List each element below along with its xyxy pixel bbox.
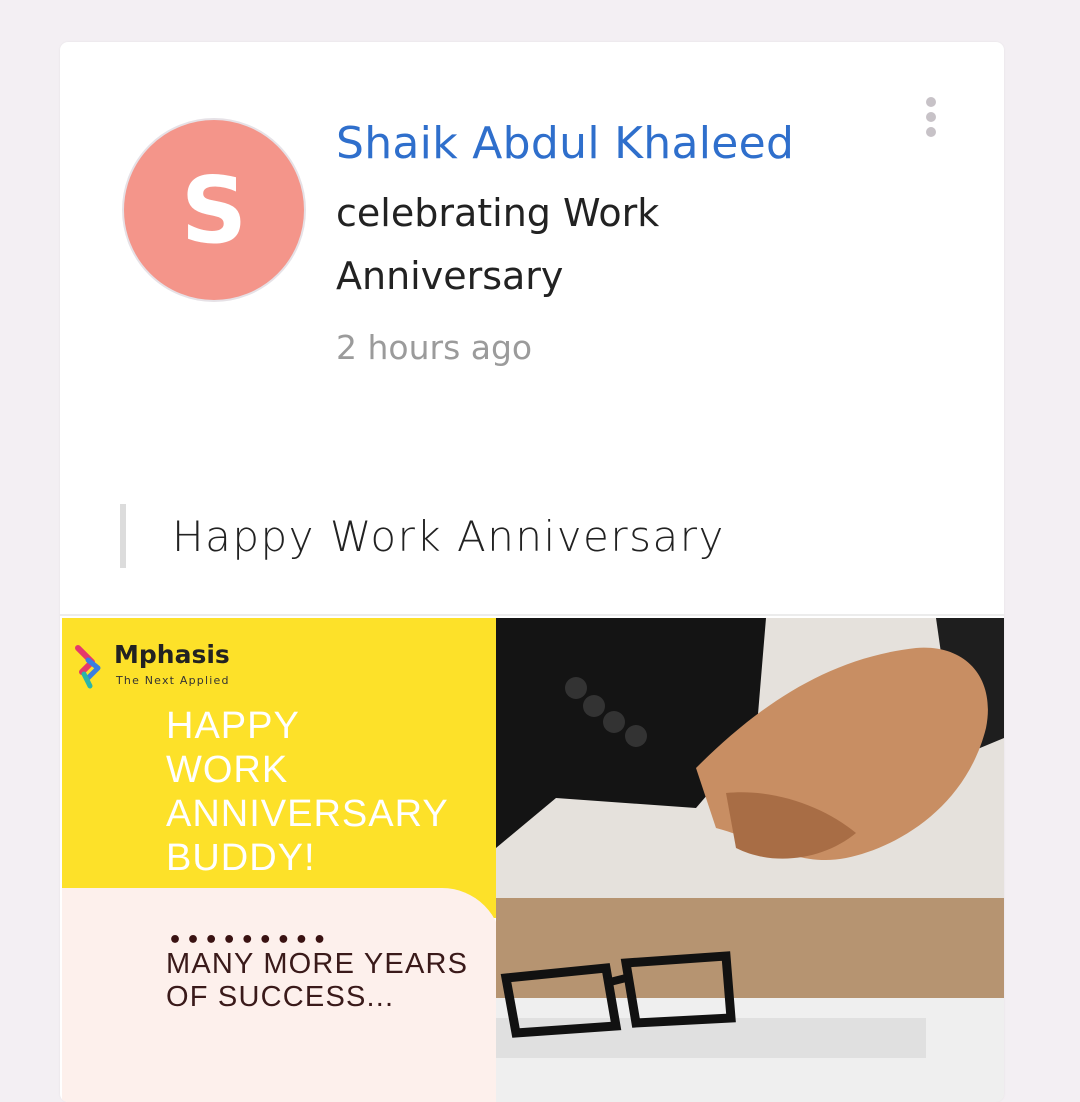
post-image[interactable]: Mphasis The Next Applied HAPPY WORK ANNI… — [60, 614, 1004, 1102]
post-action-text: celebrating Work Anniversary — [336, 191, 660, 298]
mphasis-logo-icon — [75, 645, 101, 689]
author-name[interactable]: Shaik Abdul Khaleed — [336, 118, 794, 169]
avatar-initial: S — [180, 156, 248, 264]
post-message-text: Happy Work Anniversary — [172, 511, 725, 561]
post-timestamp: 2 hours ago — [336, 328, 533, 367]
avatar[interactable]: S — [122, 118, 306, 302]
post-card: S Shaik Abdul Khaleed celebrating Work A… — [60, 42, 1004, 1102]
brand-name: Mphasis — [114, 640, 230, 669]
handshake-photo — [496, 618, 1004, 1102]
anniversary-banner: Mphasis The Next Applied HAPPY WORK ANNI… — [62, 618, 502, 1102]
banner-headline: HAPPY WORK ANNIVERSARY BUDDY! — [166, 705, 449, 879]
more-vertical-icon — [926, 97, 936, 107]
post-message: Happy Work Anniversary — [120, 504, 725, 568]
brand-tagline: The Next Applied — [116, 674, 230, 687]
more-options-button[interactable] — [916, 92, 946, 142]
banner-tagline: MANY MORE YEARS OF SUCCESS... — [166, 948, 469, 1013]
